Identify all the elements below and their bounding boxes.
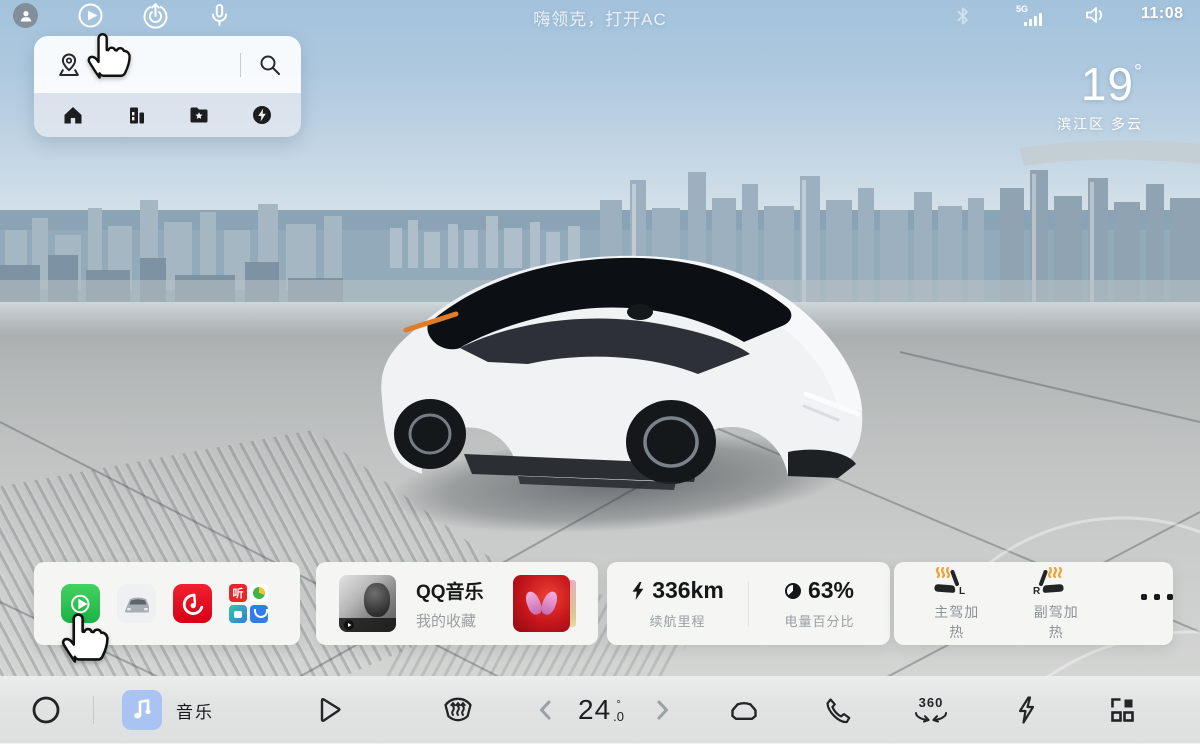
- defrost-button[interactable]: [438, 676, 478, 744]
- music-note-icon: [132, 699, 152, 721]
- dock-divider: [93, 696, 94, 724]
- chevron-right-icon: [656, 699, 670, 721]
- driver-seat-tag: L: [959, 586, 965, 596]
- camera-360-button[interactable]: 360: [908, 676, 954, 744]
- music-mini-app-icon: [250, 584, 268, 602]
- charging-icon: [251, 104, 273, 126]
- charge-bolt-icon: [1014, 695, 1038, 725]
- app-folder-button[interactable]: 听: [229, 584, 268, 623]
- seat-heating-card: L 主驾加热 R 副驾加热: [894, 562, 1173, 645]
- album-stack-edge: [570, 580, 576, 627]
- defrost-icon: [442, 696, 474, 724]
- phone-button[interactable]: [818, 676, 858, 744]
- bluetooth-icon: [954, 6, 972, 26]
- hand-cursor-bottom: [58, 606, 110, 668]
- search-icon: [258, 53, 282, 77]
- temperature-fraction: .0: [613, 711, 624, 722]
- range-label: 续航里程: [607, 611, 748, 630]
- all-apps-button[interactable]: [1102, 676, 1142, 744]
- driver-seat-heat-icon: L: [930, 566, 968, 596]
- battery-pie-icon: [785, 583, 801, 599]
- listen-mini-app-icon: 听: [229, 584, 247, 602]
- vehicle-rear-icon: [728, 697, 760, 723]
- netease-music-app-button[interactable]: [173, 584, 212, 623]
- range-bolt-icon: [631, 581, 645, 601]
- driver-seat-heat-button[interactable]: L 主驾加热: [930, 566, 984, 642]
- company-shortcut-button[interactable]: [121, 100, 151, 130]
- passenger-seat-heat-button[interactable]: R 副驾加热: [1030, 566, 1084, 642]
- passenger-seat-heat-label: 副驾加热: [1030, 602, 1084, 642]
- music-meta: QQ音乐 我的收藏: [416, 577, 513, 631]
- temp-up-button[interactable]: [648, 676, 678, 744]
- passenger-seat-tag: R: [1033, 586, 1041, 596]
- weather-condition: 多云: [1111, 116, 1143, 132]
- clock: 11:08: [1141, 5, 1184, 23]
- weather-widget[interactable]: 19° 滨江区 多云: [1057, 48, 1143, 134]
- home-circle-button[interactable]: [28, 676, 64, 744]
- home-icon: [62, 104, 84, 126]
- battery-label: 电量百分比: [749, 611, 890, 630]
- mini-play-icon: [344, 620, 354, 630]
- signal-bars-icon: [1024, 13, 1042, 26]
- home-circle-icon: [31, 695, 61, 725]
- netease-music-icon: [179, 590, 207, 618]
- current-media-app-button[interactable]: [122, 690, 162, 730]
- folder-star-icon: [188, 104, 210, 126]
- apps-grid-icon: [1108, 696, 1136, 724]
- dock-bar: 音乐 24 ° .0: [0, 676, 1200, 744]
- chevron-left-icon: [538, 699, 552, 721]
- music-playlist-subtitle: 我的收藏: [416, 610, 513, 631]
- media-play-control[interactable]: [312, 676, 348, 744]
- quick-launch-panel: [34, 36, 301, 137]
- more-controls-button[interactable]: [1141, 594, 1173, 600]
- vehicle-status-card[interactable]: 336km 续航里程 63% 电量百分比: [607, 562, 890, 645]
- playlist-album-art: [513, 575, 570, 632]
- hand-cursor-top: [84, 27, 132, 83]
- charging-shortcut-button[interactable]: [247, 100, 277, 130]
- car-render: [368, 238, 892, 514]
- search-button[interactable]: [255, 50, 285, 80]
- panel-top-row: [34, 36, 301, 93]
- passenger-seat-heat-icon: R: [1030, 566, 1068, 596]
- map-navigation-button[interactable]: [54, 50, 84, 80]
- vehicle-controls-button[interactable]: [724, 676, 764, 744]
- smile-mini-app-icon: [250, 605, 268, 623]
- volume-icon[interactable]: [1085, 6, 1107, 24]
- rotate-arrows-icon: [913, 712, 949, 724]
- range-status: 336km 续航里程: [607, 577, 748, 630]
- car-home-screen: 嗨领克，打开AC 5G 11:08: [0, 0, 1200, 744]
- camera-360-label: 360: [919, 697, 944, 709]
- range-value: 336km: [652, 577, 724, 604]
- music-app-title: QQ音乐: [416, 577, 513, 604]
- network-signal: 5G: [1016, 4, 1042, 26]
- temperature-display: 24 ° .0: [556, 676, 646, 744]
- battery-status: 63% 电量百分比: [749, 577, 890, 630]
- phone-icon: [824, 696, 852, 724]
- charging-button[interactable]: [1008, 676, 1044, 744]
- home-shortcut-button[interactable]: [58, 100, 88, 130]
- media-app-label: 音乐: [176, 676, 214, 744]
- weather-temperature: 19: [1081, 58, 1134, 110]
- buildings-icon: [125, 104, 147, 126]
- now-playing-album-art: [339, 575, 396, 632]
- weather-degree: °: [1134, 61, 1143, 83]
- panel-shortcuts-row: [34, 93, 301, 137]
- vehicle-app-button[interactable]: [117, 584, 156, 623]
- map-pin-icon: [56, 52, 82, 78]
- panel-divider: [240, 53, 241, 77]
- shopping-mini-app-icon: [229, 605, 247, 623]
- battery-value: 63%: [808, 577, 854, 604]
- car-front-icon: [123, 594, 151, 614]
- temperature-value: 24: [578, 694, 611, 726]
- play-outline-icon: [317, 696, 343, 724]
- listen-mini-app-label: 听: [233, 585, 244, 601]
- music-player-card[interactable]: QQ音乐 我的收藏: [316, 562, 598, 645]
- driver-seat-heat-label: 主驾加热: [930, 602, 984, 642]
- favorites-shortcut-button[interactable]: [184, 100, 214, 130]
- weather-location: 滨江区: [1057, 116, 1105, 132]
